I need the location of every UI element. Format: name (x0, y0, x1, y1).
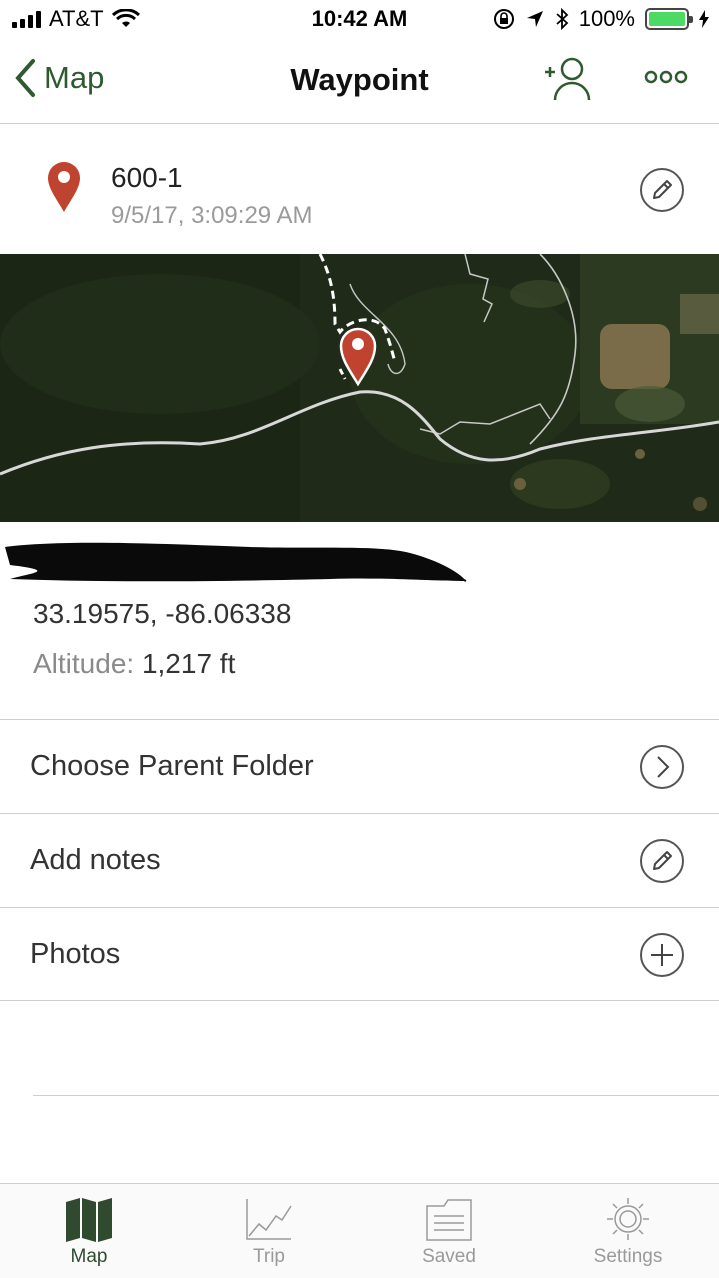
tab-trip[interactable]: Trip (209, 1196, 329, 1268)
choose-parent-folder-label: Choose Parent Folder (30, 750, 314, 782)
add-notes-row[interactable]: Add notes (0, 813, 719, 907)
map-view[interactable] (0, 254, 719, 522)
tab-map-label: Map (70, 1246, 108, 1267)
photos-label: Photos (30, 938, 121, 970)
add-photo-button[interactable] (640, 933, 684, 977)
photos-row[interactable]: Photos (0, 907, 719, 1001)
waypoint-datetime: 9/5/17, 3:09:29 AM (111, 202, 313, 229)
pencil-icon (653, 180, 672, 199)
altitude-label: Altitude: (33, 648, 135, 679)
waypoint-header: 600-1 9/5/17, 3:09:29 AM (0, 124, 719, 254)
pencil-icon (653, 851, 672, 870)
page-title: Waypoint (290, 62, 429, 97)
charging-icon (699, 10, 709, 28)
tab-saved-label: Saved (422, 1246, 476, 1267)
tab-map[interactable]: Map (29, 1196, 149, 1268)
add-notes-button[interactable] (640, 839, 684, 883)
map-icon (66, 1198, 112, 1242)
chevron-right-icon (657, 756, 670, 778)
add-notes-label: Add notes (30, 844, 161, 876)
tab-settings[interactable]: Settings (568, 1196, 688, 1268)
pin-icon (48, 162, 80, 212)
plus-icon (651, 944, 673, 966)
navigation-bar: Map Waypoint (0, 40, 719, 124)
more-icon[interactable] (644, 68, 688, 86)
tab-bar: Map Trip Saved Settings (0, 1183, 719, 1278)
orientation-lock-icon (493, 9, 514, 29)
choose-parent-folder-button[interactable] (640, 745, 684, 789)
battery-icon (645, 8, 693, 30)
edit-name-button[interactable] (640, 168, 684, 212)
location-arrow-icon (526, 11, 543, 27)
tab-settings-label: Settings (593, 1246, 663, 1267)
add-user-icon[interactable] (542, 56, 592, 102)
altitude: Altitude: 1,217 ft (33, 648, 235, 680)
coordinates: 33.19575, -86.06338 (33, 598, 292, 629)
sun-icon (607, 1198, 649, 1240)
divider (33, 1095, 719, 1096)
altitude-value: 1,217 ft (141, 648, 236, 679)
chart-icon (246, 1199, 292, 1240)
status-bar: AT&T 10:42 AM 100% (0, 0, 719, 40)
battery-percent: 100% (578, 6, 635, 31)
bluetooth-icon (556, 8, 569, 30)
tab-saved[interactable]: Saved (389, 1196, 509, 1268)
redaction-scribble (5, 542, 467, 582)
tab-trip-label: Trip (252, 1246, 286, 1267)
folder-icon (426, 1199, 472, 1241)
choose-parent-folder-row[interactable]: Choose Parent Folder (0, 719, 719, 813)
waypoint-name: 600-1 (111, 162, 183, 193)
